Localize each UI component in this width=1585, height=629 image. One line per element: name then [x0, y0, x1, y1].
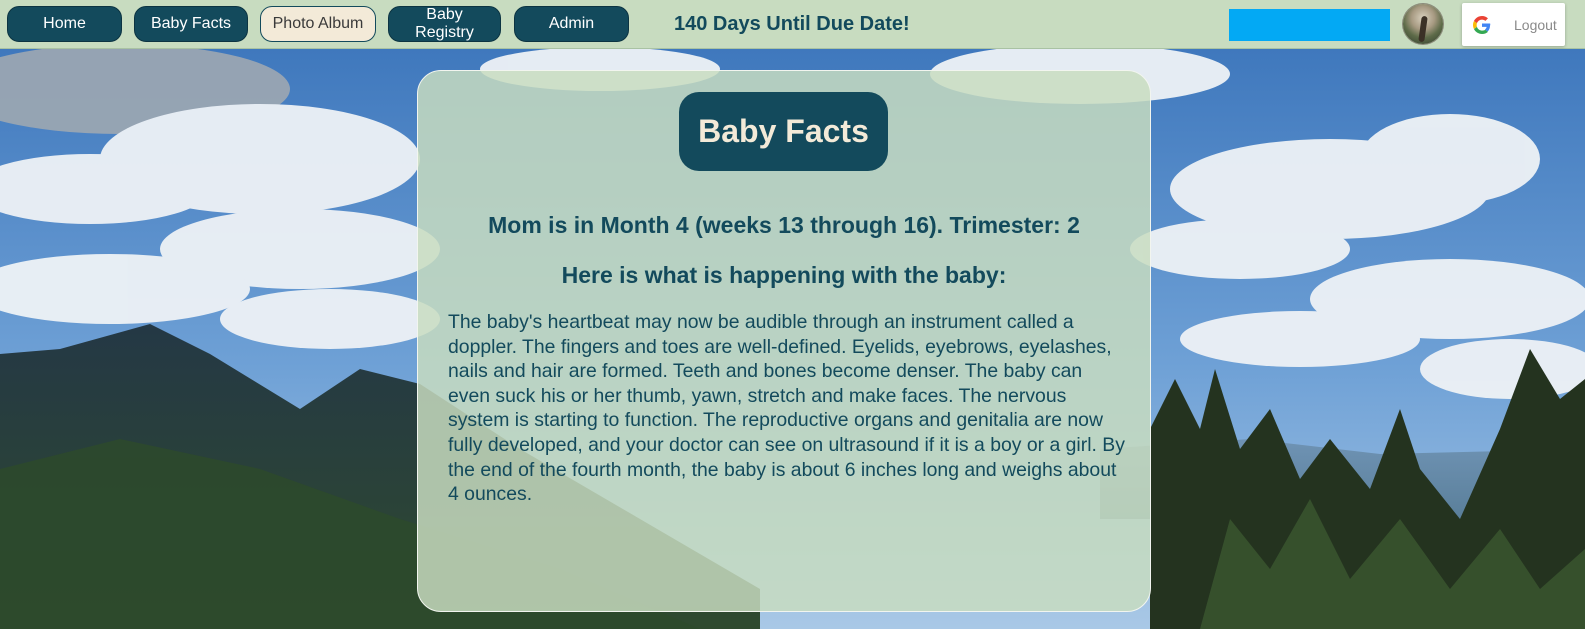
google-logout-button[interactable]: Logout	[1462, 3, 1565, 46]
baby-facts-card: Baby Facts Mom is in Month 4 (weeks 13 t…	[417, 70, 1151, 612]
blue-banner-box	[1229, 9, 1390, 41]
user-avatar[interactable]	[1403, 4, 1443, 44]
baby-facts-paragraph: The baby's heartbeat may now be audible …	[448, 311, 1125, 506]
nav-baby-registry-button[interactable]: Baby Registry	[388, 6, 501, 42]
google-g-icon	[1473, 15, 1491, 34]
due-date-countdown: 140 Days Until Due Date!	[674, 13, 910, 35]
logout-label: Logout	[1514, 16, 1557, 33]
happening-heading: Here is what is happening with the baby:	[561, 262, 1007, 288]
nav-baby-facts-button[interactable]: Baby Facts	[134, 6, 248, 42]
month-trimester-heading: Mom is in Month 4 (weeks 13 through 16).…	[488, 212, 1080, 238]
nav-admin-button[interactable]: Admin	[514, 6, 629, 42]
nav-home-button[interactable]: Home	[7, 6, 122, 42]
card-title: Baby Facts	[679, 92, 888, 171]
nav-photo-album-button[interactable]: Photo Album	[260, 6, 376, 42]
top-nav-bar: Home Baby Facts Photo Album Baby Registr…	[0, 0, 1585, 49]
